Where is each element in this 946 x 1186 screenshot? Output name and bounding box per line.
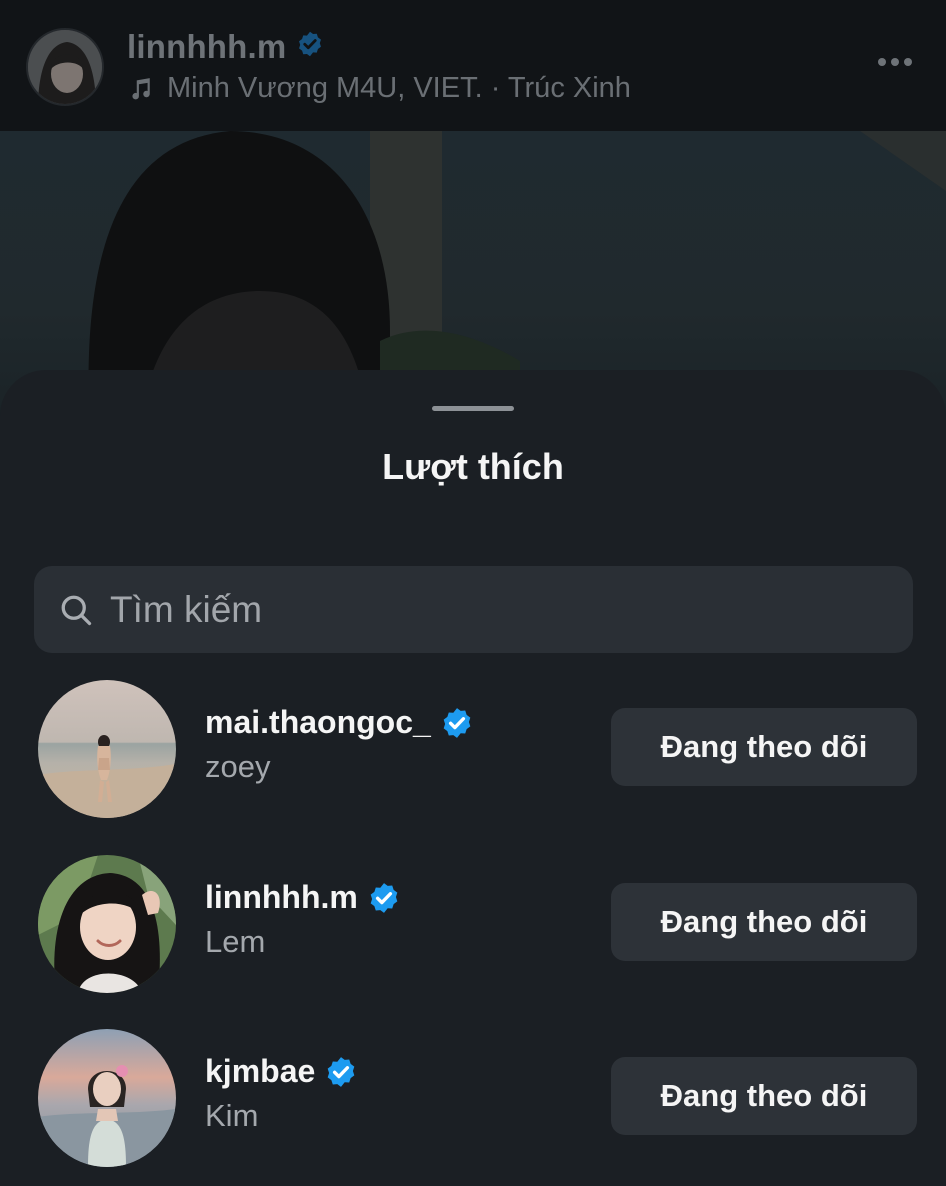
user-names: mai.thaongoc_ zoey	[205, 704, 474, 785]
avatar[interactable]	[38, 855, 176, 993]
sheet-grabber[interactable]	[432, 406, 514, 411]
post-music-text: Minh Vương M4U, VIET. · Trúc Xinh	[167, 72, 631, 104]
following-button[interactable]: Đang theo dõi	[611, 708, 917, 786]
sheet-title: Lượt thích	[382, 446, 564, 487]
username[interactable]: mai.thaongoc_	[205, 704, 474, 741]
following-button[interactable]: Đang theo dõi	[611, 883, 917, 961]
list-item[interactable]: mai.thaongoc_ zoey Đang theo dõi	[0, 680, 946, 820]
user-names: linnhhh.m Lem	[205, 879, 401, 960]
likes-sheet: Lượt thích Tìm kiếm mai.thaongoc_ zoey Đ…	[0, 370, 946, 1186]
username[interactable]: kjmbae	[205, 1053, 358, 1090]
username[interactable]: linnhhh.m	[205, 879, 401, 916]
username-text[interactable]: kjmbae	[205, 1053, 315, 1090]
post-author-username[interactable]: linnhhh.m	[127, 28, 286, 66]
avatar[interactable]	[38, 680, 176, 818]
verified-badge-icon	[367, 881, 401, 915]
search-input[interactable]	[110, 579, 913, 640]
music-note-icon	[127, 76, 153, 102]
avatar[interactable]	[38, 1029, 176, 1167]
post-author-avatar[interactable]	[26, 28, 104, 106]
following-button[interactable]: Đang theo dõi	[611, 1057, 917, 1135]
post-music[interactable]: Minh Vương M4U, VIET. · Trúc Xinh	[127, 72, 631, 105]
likes-screen: linnhhh.m Minh Vương M4U, VIET. · Trúc X…	[0, 0, 946, 1186]
username-text[interactable]: linnhhh.m	[205, 879, 358, 916]
list-item[interactable]: linnhhh.m Lem Đang theo dõi	[0, 855, 946, 995]
more-options-icon[interactable]	[878, 58, 912, 66]
username-text[interactable]: mai.thaongoc_	[205, 704, 431, 741]
search-icon	[58, 592, 94, 628]
display-name: Lem	[205, 924, 266, 959]
search-bar[interactable]	[34, 566, 913, 653]
post-author[interactable]: linnhhh.m	[127, 28, 324, 66]
display-name: Kim	[205, 1098, 259, 1133]
list-item[interactable]: kjmbae Kim Đang theo dõi	[0, 1029, 946, 1169]
post-header: linnhhh.m Minh Vương M4U, VIET. · Trúc X…	[0, 0, 946, 131]
display-name: zoey	[205, 749, 271, 784]
verified-badge-icon	[296, 28, 324, 66]
user-names: kjmbae Kim	[205, 1053, 358, 1134]
verified-badge-icon	[324, 1055, 358, 1089]
verified-badge-icon	[440, 706, 474, 740]
